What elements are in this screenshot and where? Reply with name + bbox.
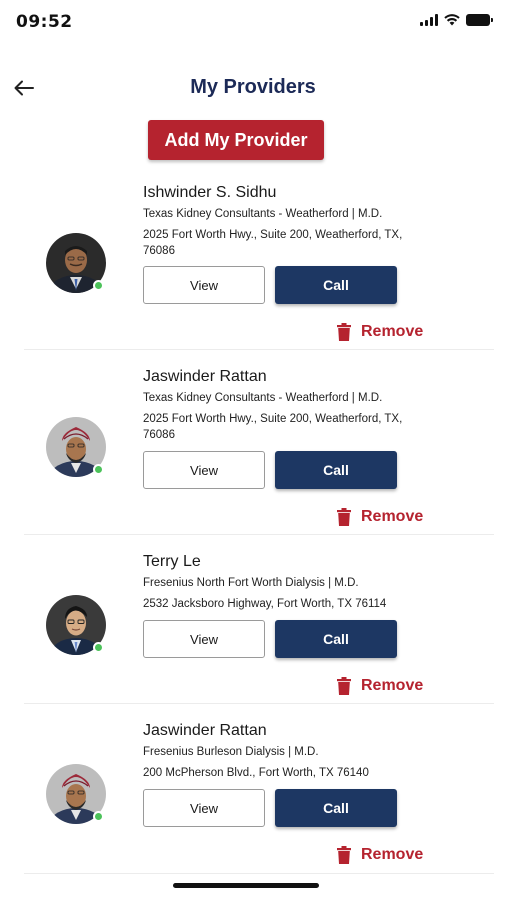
provider-card: Ishwinder S. Sidhu Texas Kidney Consulta… (0, 176, 506, 350)
online-status-dot (93, 811, 104, 822)
call-button[interactable]: Call (275, 620, 397, 658)
provider-name: Ishwinder S. Sidhu (143, 184, 277, 201)
wifi-icon (444, 14, 460, 26)
online-status-dot (93, 280, 104, 291)
view-button[interactable]: View (143, 266, 265, 304)
provider-organization: Fresenius Burleson Dialysis | M.D. (143, 746, 319, 758)
online-status-dot (93, 642, 104, 653)
view-button[interactable]: View (143, 451, 265, 489)
status-time: 09:52 (16, 12, 73, 32)
call-button[interactable]: Call (275, 451, 397, 489)
provider-address: 200 McPherson Blvd., Fort Worth, TX 7614… (143, 767, 369, 779)
provider-card: Jaswinder Rattan Fresenius Burleson Dial… (0, 714, 506, 874)
avatar[interactable] (46, 764, 106, 824)
remove-button[interactable]: Remove (337, 844, 423, 866)
page-title: My Providers (190, 76, 316, 98)
provider-address: 2025 Fort Worth Hwy., Suite 200, Weather… (143, 413, 403, 441)
call-button[interactable]: Call (275, 789, 397, 827)
remove-label: Remove (361, 846, 424, 863)
call-button[interactable]: Call (275, 266, 397, 304)
provider-address: 2025 Fort Worth Hwy., Suite 200, Weather… (143, 229, 403, 257)
trash-icon (337, 323, 351, 341)
trash-icon (337, 677, 351, 695)
provider-organization: Texas Kidney Consultants - Weatherford |… (143, 392, 383, 404)
trash-icon (337, 508, 351, 526)
avatar[interactable] (46, 233, 106, 293)
provider-address: 2532 Jacksboro Highway, Fort Worth, TX 7… (143, 598, 387, 610)
remove-label: Remove (361, 323, 424, 340)
provider-name: Terry Le (143, 553, 201, 570)
provider-organization: Texas Kidney Consultants - Weatherford |… (143, 208, 383, 220)
remove-label: Remove (361, 677, 424, 694)
add-provider-button[interactable]: Add My Provider (148, 120, 324, 160)
battery-icon (466, 14, 493, 26)
card-divider (24, 873, 494, 874)
provider-card: Jaswinder Rattan Texas Kidney Consultant… (0, 360, 506, 535)
remove-label: Remove (361, 508, 424, 525)
provider-name: Jaswinder Rattan (143, 368, 267, 385)
remove-button[interactable]: Remove (337, 675, 423, 697)
remove-button[interactable]: Remove (337, 321, 423, 343)
online-status-dot (93, 464, 104, 475)
provider-organization: Fresenius North Fort Worth Dialysis | M.… (143, 577, 359, 589)
card-divider (24, 534, 494, 535)
cellular-signal-icon (420, 14, 438, 26)
avatar[interactable] (46, 595, 106, 655)
avatar[interactable] (46, 417, 106, 477)
card-divider (24, 349, 494, 350)
view-button[interactable]: View (143, 620, 265, 658)
remove-button[interactable]: Remove (337, 506, 423, 528)
status-icons (420, 14, 493, 26)
provider-name: Jaswinder Rattan (143, 722, 267, 739)
home-indicator[interactable] (173, 883, 319, 888)
provider-card: Terry Le Fresenius North Fort Worth Dial… (0, 545, 506, 704)
trash-icon (337, 846, 351, 864)
view-button[interactable]: View (143, 789, 265, 827)
card-divider (24, 703, 494, 704)
status-bar: 09:52 (0, 0, 506, 44)
